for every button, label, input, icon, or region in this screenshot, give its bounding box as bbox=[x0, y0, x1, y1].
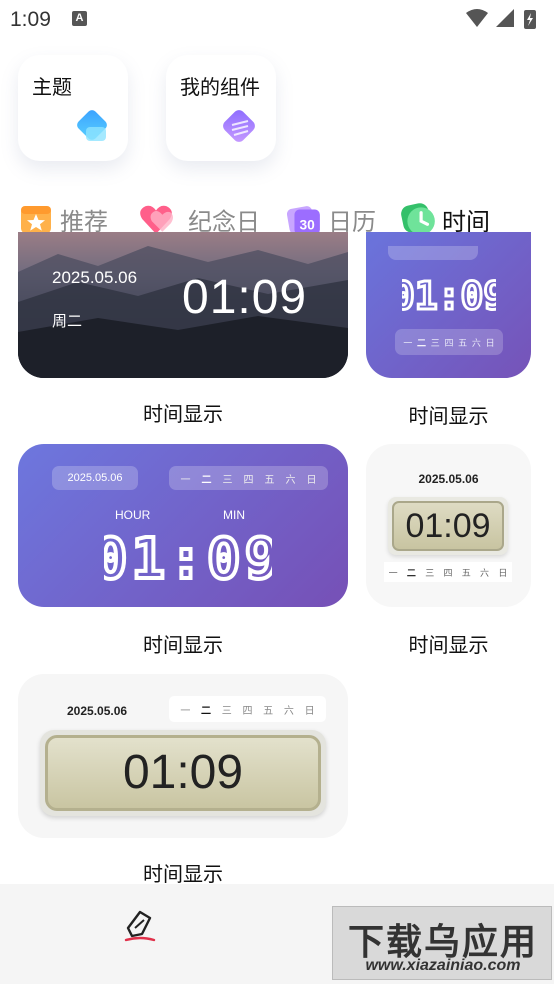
bottom-nav: 下载乌应用 www.xiazainiao.com bbox=[0, 884, 554, 984]
weekday: 三 bbox=[221, 705, 232, 717]
weekday: 二 bbox=[201, 474, 212, 486]
weekday: 四 bbox=[444, 337, 454, 348]
signal-icon bbox=[496, 9, 514, 27]
time-widget-beige-small[interactable]: 2025.05.06 01:09 一 二 三 四 五 六 日 bbox=[366, 444, 531, 607]
weekday: 三 bbox=[430, 337, 440, 348]
theme-icon bbox=[77, 110, 107, 141]
lcd-screen: 01:09 bbox=[392, 501, 504, 551]
time-widget-beige-large[interactable]: 2025.05.06 一 二 三 四 五 六 日 01:09 bbox=[18, 674, 348, 838]
weekday-strip: 一 二 三 四 五 六 日 bbox=[169, 696, 326, 722]
my-widgets-entry-label: 我的组件 bbox=[180, 77, 260, 99]
weekday: 三 bbox=[222, 474, 233, 486]
weekday: 六 bbox=[471, 337, 481, 348]
notification-icon: A bbox=[72, 11, 87, 26]
time-widget-purple-small[interactable]: 01:09 一 二 三 四 五 六 日 bbox=[366, 232, 531, 378]
watermark-url: www.xiazainiao.com bbox=[365, 957, 521, 974]
weekday: 二 bbox=[417, 337, 427, 348]
lcd-frame: 01:09 bbox=[40, 730, 326, 816]
min-label: MIN bbox=[223, 508, 245, 522]
weekday: 五 bbox=[458, 337, 468, 348]
status-bar: 1:09 A bbox=[0, 0, 554, 38]
weekday: 二 bbox=[201, 705, 212, 717]
widget-caption: 时间显示 bbox=[143, 404, 223, 426]
weekday: 五 bbox=[461, 567, 471, 578]
weekday: 日 bbox=[304, 705, 315, 717]
weekday: 六 bbox=[283, 705, 294, 717]
weekday-strip: 一 二 三 四 五 六 日 bbox=[169, 466, 328, 490]
weekday: 三 bbox=[425, 567, 435, 578]
lcd-clock: 01:09 bbox=[104, 530, 272, 584]
widget-caption: 时间显示 bbox=[143, 864, 223, 886]
status-icons bbox=[466, 9, 536, 29]
weekday: 二 bbox=[406, 567, 416, 578]
my-widgets-entry[interactable]: 我的组件 bbox=[166, 55, 276, 161]
weekday: 四 bbox=[243, 474, 254, 486]
weekday: 一 bbox=[403, 337, 413, 348]
weekday: 六 bbox=[285, 474, 296, 486]
lcd-digits: 01:09 bbox=[104, 530, 272, 584]
weekday: 四 bbox=[242, 705, 253, 717]
lcd-frame: 01:09 bbox=[388, 497, 508, 555]
weekday: 一 bbox=[180, 474, 191, 486]
weekday: 六 bbox=[480, 567, 490, 578]
date-pill bbox=[388, 246, 478, 260]
weekday: 一 bbox=[388, 567, 398, 578]
widget-date: 2025.05.06 bbox=[418, 472, 479, 486]
weekday: 五 bbox=[264, 474, 275, 486]
calendar-icon-text: 30 bbox=[300, 218, 316, 233]
widget-weekday: 周二 bbox=[52, 313, 83, 330]
widget-caption: 时间显示 bbox=[143, 635, 223, 657]
weekday-strip: 一 二 三 四 五 六 日 bbox=[384, 562, 512, 582]
weekday: 日 bbox=[306, 474, 317, 486]
status-time: 1:09 bbox=[10, 8, 51, 31]
layers-icon bbox=[223, 110, 255, 142]
widget-caption: 时间显示 bbox=[408, 635, 489, 657]
time-widget-photo[interactable]: 2025.05.06 周二 01:09 bbox=[18, 232, 348, 378]
widget-caption: 时间显示 bbox=[408, 406, 489, 428]
pen-icon[interactable] bbox=[120, 906, 160, 946]
lcd-clock: 01:09 bbox=[402, 276, 496, 314]
weekday-strip: 一 二 三 四 五 六 日 bbox=[395, 329, 503, 355]
widget-date: 2025.05.06 bbox=[52, 466, 138, 490]
lcd-digits: 01:09 bbox=[402, 276, 496, 314]
theme-entry[interactable]: 主题 bbox=[18, 55, 128, 161]
weekday: 五 bbox=[263, 705, 274, 717]
wifi-icon bbox=[466, 9, 488, 27]
time-widget-purple-large[interactable]: 2025.05.06 一 二 三 四 五 六 日 HOUR MIN 01:09 bbox=[18, 444, 348, 607]
weekday: 一 bbox=[180, 705, 191, 717]
watermark-logo: 下载乌应用 www.xiazainiao.com bbox=[332, 906, 552, 980]
widget-clock: 01:09 bbox=[182, 271, 308, 324]
weekday: 日 bbox=[485, 337, 495, 348]
star-icon bbox=[21, 206, 51, 234]
lcd-screen: 01:09 bbox=[45, 735, 321, 811]
weekday: 日 bbox=[498, 567, 508, 578]
widget-date: 2025.05.06 bbox=[52, 268, 138, 287]
widget-date: 2025.05.06 bbox=[67, 704, 128, 718]
theme-entry-label: 主题 bbox=[32, 77, 72, 99]
hour-label: HOUR bbox=[115, 508, 151, 522]
heart-icon bbox=[140, 205, 173, 234]
weekday: 四 bbox=[443, 567, 453, 578]
